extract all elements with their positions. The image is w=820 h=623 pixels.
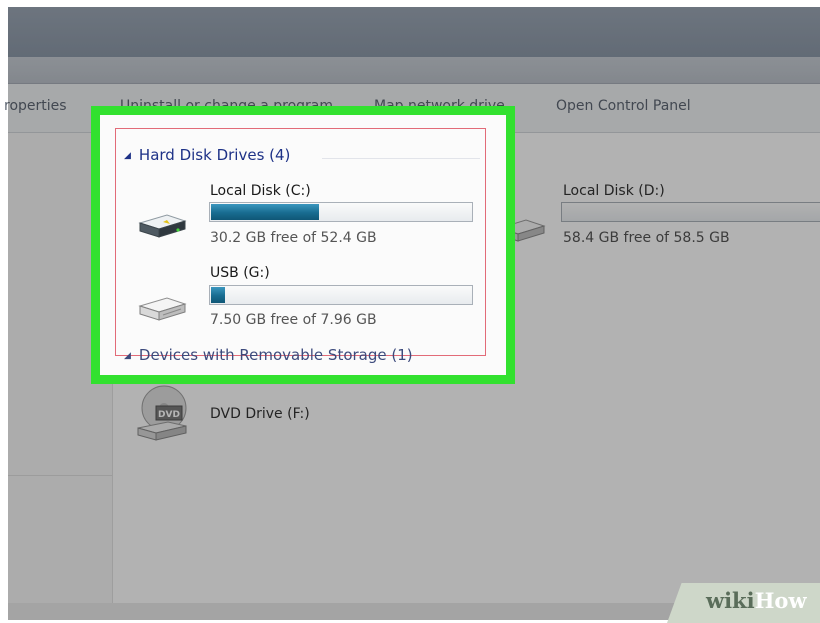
local-disk-c-usage-bar [209,202,473,222]
watermark-how: How [754,588,807,613]
local-disk-c-usage-fill [211,204,319,220]
explorer-window: roperties Uninstall or change a program … [0,0,820,623]
wikihow-watermark: wikiHow [706,588,807,613]
watermark-wiki: wiki [706,588,755,613]
highlight-frame-bottom-edge [91,375,515,384]
collapse-arrow-icon-2[interactable]: ◢ [124,351,131,361]
usb-drive-name[interactable]: USB (G:) [210,265,270,281]
local-disk-c-name[interactable]: Local Disk (C:) [210,183,311,199]
collapse-arrow-icon[interactable]: ◢ [124,151,131,161]
local-disk-c-free-space: 30.2 GB free of 52.4 GB [210,230,377,246]
usb-drive-usage-fill [211,287,225,303]
hard-disk-group-header[interactable]: ◢ Hard Disk Drives (4) [124,146,290,164]
hard-disk-group-label: Hard Disk Drives (4) [138,146,291,164]
group-divider [322,158,480,159]
usb-drive-usage-bar [209,285,473,305]
removable-storage-group-label: Devices with Removable Storage (1) [138,346,413,364]
usb-drive-free-space: 7.50 GB free of 7.96 GB [210,312,377,328]
usb-drive-icon [138,297,187,321]
local-disk-c-icon [138,214,187,238]
removable-storage-group-header[interactable]: ◢ Devices with Removable Storage (1) [124,346,413,364]
